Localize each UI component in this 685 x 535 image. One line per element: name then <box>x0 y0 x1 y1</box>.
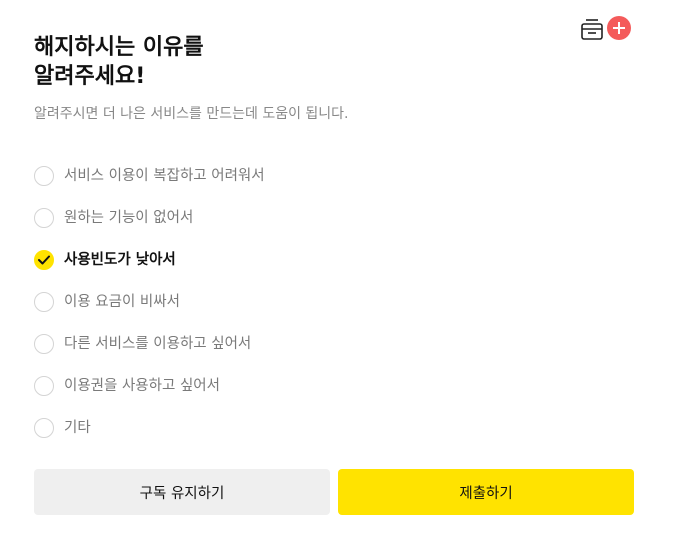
reason-option[interactable]: 사용빈도가 낮아서 <box>34 239 265 281</box>
radio-button[interactable] <box>34 292 54 312</box>
reason-option[interactable]: 원하는 기능이 없어서 <box>34 197 265 239</box>
reason-option[interactable]: 이용 요금이 비싸서 <box>34 281 265 323</box>
page-title: 해지하시는 이유를 알려주세요! <box>34 33 204 91</box>
title-line-2: 알려주세요! <box>34 64 146 89</box>
reason-label: 이용 요금이 비싸서 <box>64 294 180 310</box>
reason-label: 다른 서비스를 이용하고 싶어서 <box>64 336 252 352</box>
radio-button[interactable] <box>34 418 54 438</box>
radio-button[interactable] <box>34 250 54 270</box>
reason-option[interactable]: 다른 서비스를 이용하고 싶어서 <box>34 323 265 365</box>
reason-label: 원하는 기능이 없어서 <box>64 210 194 226</box>
reason-option[interactable]: 기타 <box>34 407 265 449</box>
page-subtitle: 알려주시면 더 나은 서비스를 만드는데 도움이 됩니다. <box>34 106 349 122</box>
title-line-1: 해지하시는 이유를 <box>34 35 204 60</box>
radio-button[interactable] <box>34 334 54 354</box>
reason-label: 이용권을 사용하고 싶어서 <box>64 378 220 394</box>
radio-button[interactable] <box>34 376 54 396</box>
submit-button[interactable]: 제출하기 <box>338 469 634 515</box>
reason-label: 기타 <box>64 420 91 436</box>
radio-button[interactable] <box>34 166 54 186</box>
archive-plus-icon[interactable] <box>580 14 634 44</box>
reason-option[interactable]: 이용권을 사용하고 싶어서 <box>34 365 265 407</box>
keep-subscription-button[interactable]: 구독 유지하기 <box>34 469 330 515</box>
reason-label: 사용빈도가 낮아서 <box>64 252 176 268</box>
radio-button[interactable] <box>34 208 54 228</box>
reason-options-list: 서비스 이용이 복잡하고 어려워서 원하는 기능이 없어서 사용빈도가 낮아서 … <box>34 155 265 449</box>
checkmark-icon <box>38 255 50 265</box>
reason-option[interactable]: 서비스 이용이 복잡하고 어려워서 <box>34 155 265 197</box>
reason-label: 서비스 이용이 복잡하고 어려워서 <box>64 168 265 184</box>
